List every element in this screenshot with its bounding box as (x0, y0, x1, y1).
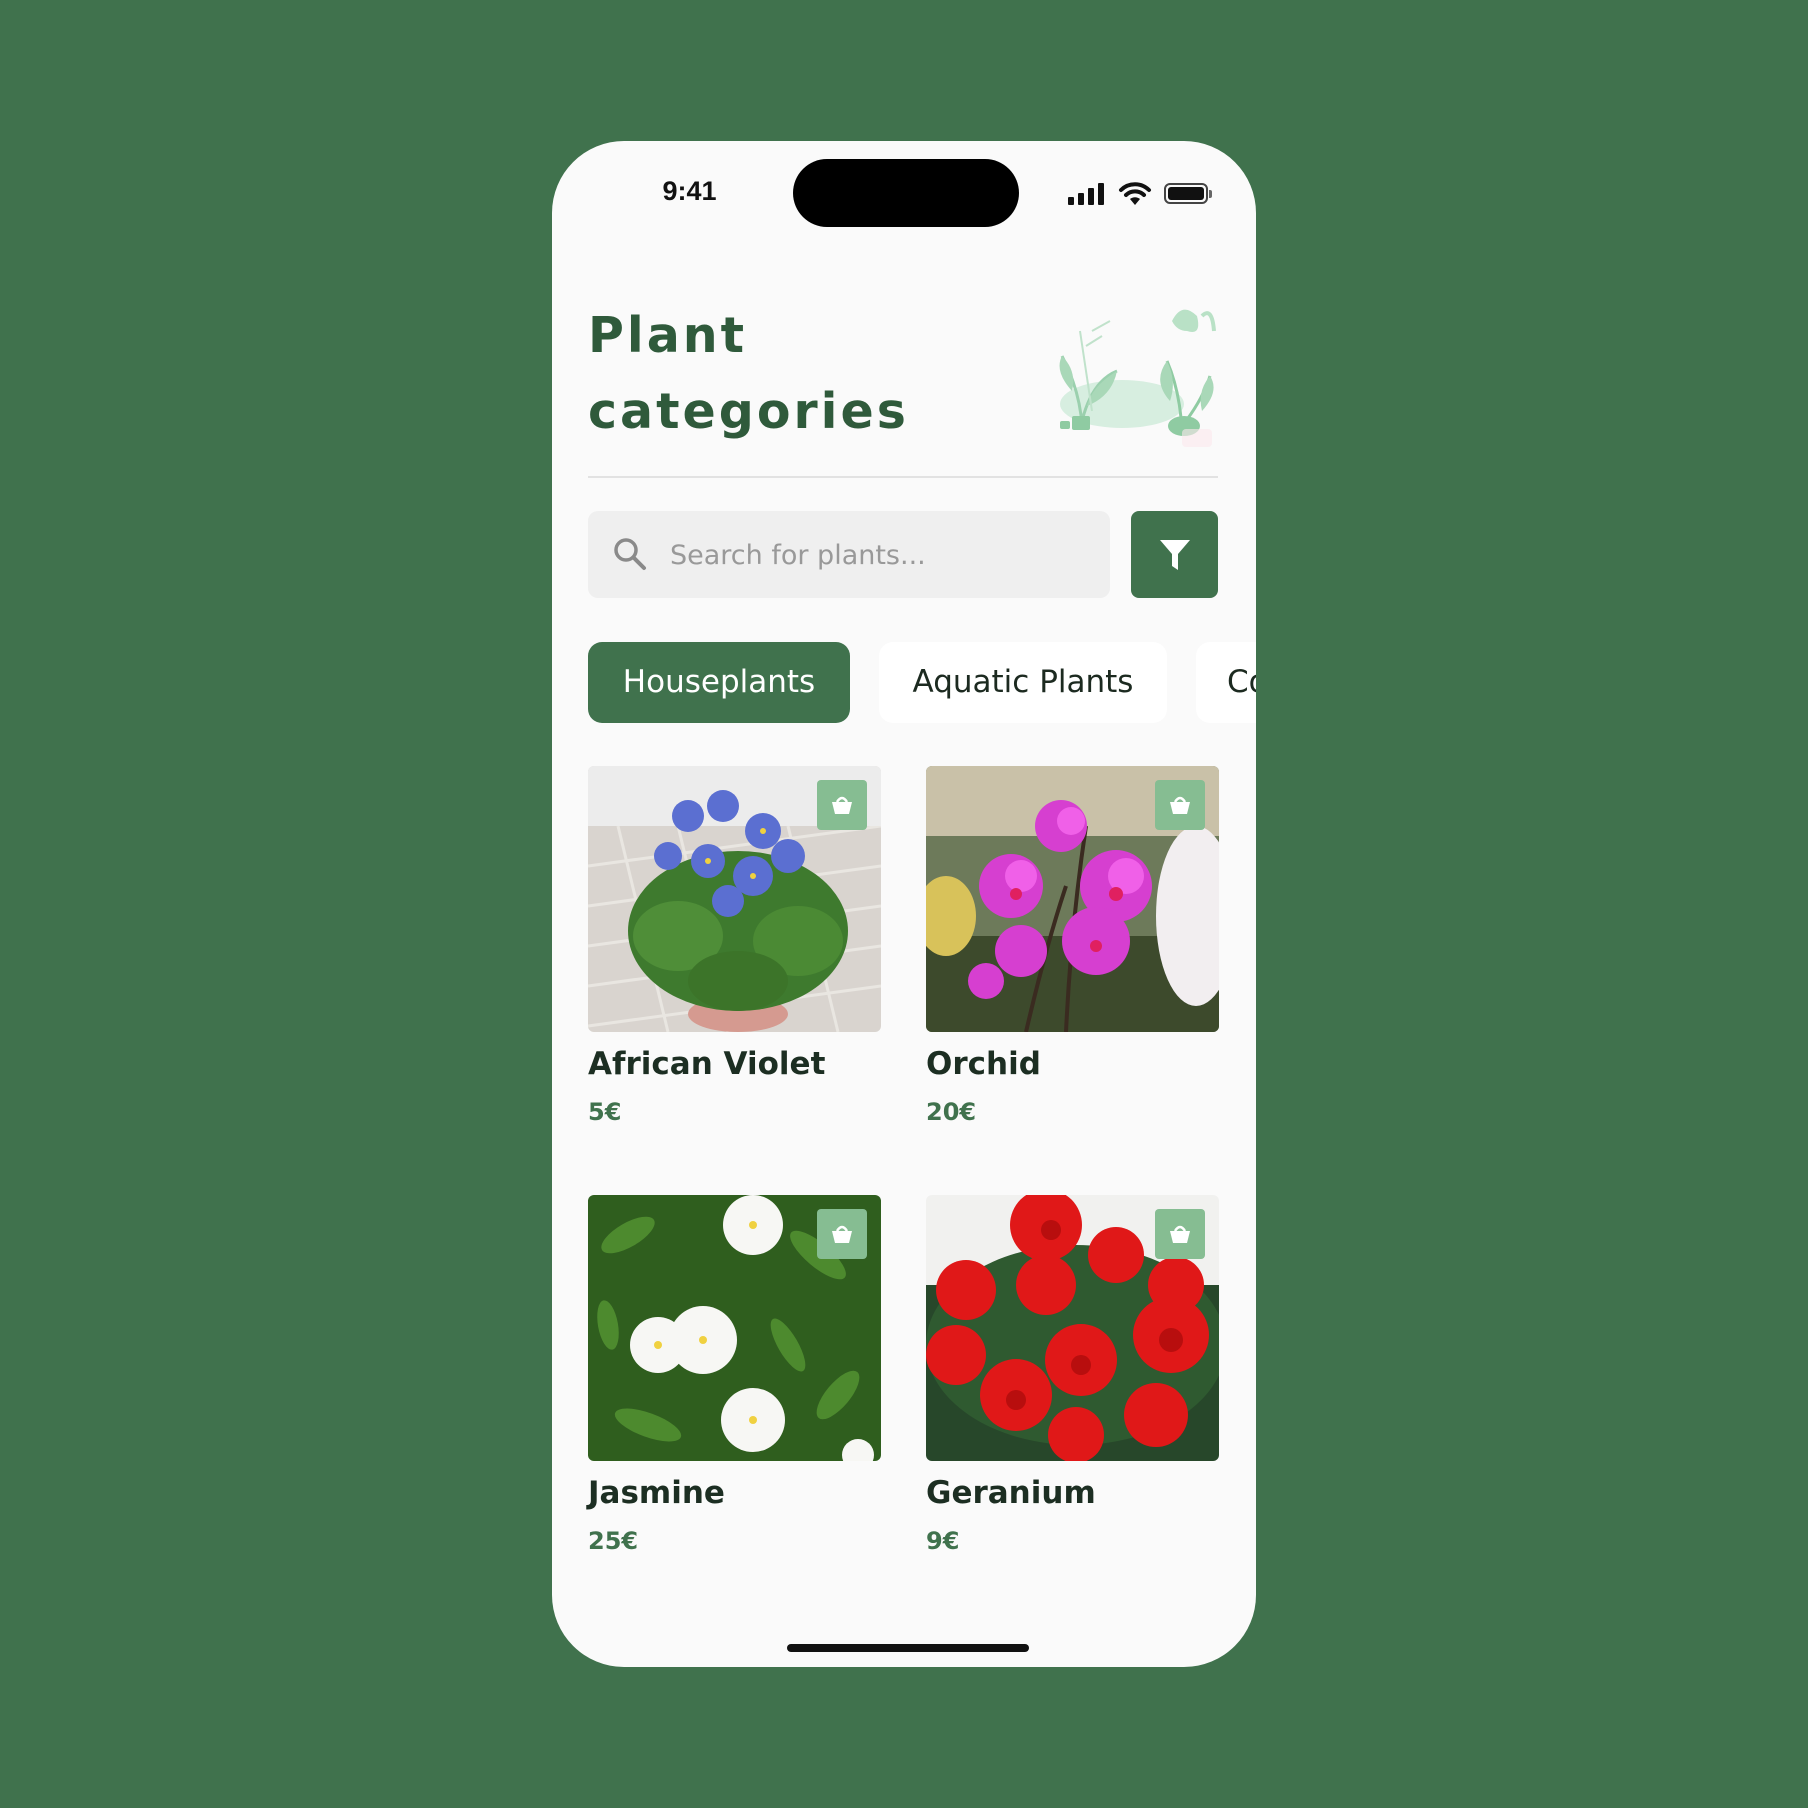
wifi-icon (1119, 182, 1151, 205)
add-to-basket-button[interactable] (817, 1209, 867, 1259)
battery-icon (1164, 183, 1212, 204)
category-tab-houseplants[interactable]: Houseplants (588, 642, 850, 723)
add-to-basket-button[interactable] (817, 780, 867, 830)
filter-icon (1160, 540, 1190, 570)
product-card[interactable]: Geranium 9€ (926, 1195, 1219, 1555)
plant-illustration-icon (1059, 309, 1216, 447)
product-card[interactable]: African Violet 5€ (588, 766, 881, 1126)
product-name: Orchid (926, 1046, 1041, 1082)
product-name: Geranium (926, 1475, 1096, 1511)
product-price: 25€ (588, 1527, 639, 1555)
phone-screen: 9:41 Plant categories Search for plants.… (552, 141, 1256, 1667)
product-card[interactable]: Orchid 20€ (926, 766, 1219, 1126)
product-card[interactable]: Jasmine 25€ (588, 1195, 881, 1555)
product-image-geranium (926, 1195, 1219, 1461)
search-icon (614, 538, 646, 570)
basket-icon (1170, 1225, 1190, 1243)
category-tab-partial[interactable]: Co (1196, 642, 1256, 723)
home-indicator[interactable] (787, 1644, 1029, 1652)
add-to-basket-button[interactable] (1155, 780, 1205, 830)
product-price: 20€ (926, 1098, 977, 1126)
basket-icon (832, 1225, 852, 1243)
header-divider (588, 476, 1218, 478)
product-name: African Violet (588, 1046, 826, 1082)
product-price: 5€ (588, 1098, 622, 1126)
status-time: 9:41 (662, 176, 717, 206)
product-image-african-violet (588, 766, 881, 1032)
product-price: 9€ (926, 1527, 960, 1555)
search-input[interactable] (668, 511, 1092, 600)
filter-button[interactable] (1131, 511, 1218, 598)
page-title: Plant categories (588, 307, 909, 440)
search-bar[interactable] (588, 511, 1110, 600)
add-to-basket-button[interactable] (1155, 1209, 1205, 1259)
dynamic-island (793, 159, 1019, 227)
product-image-jasmine (588, 1195, 881, 1461)
basket-icon (1170, 796, 1190, 814)
basket-icon (832, 796, 852, 814)
category-tab-aquatic-plants[interactable]: Aquatic Plants (879, 642, 1167, 723)
product-image-orchid (926, 766, 1219, 1032)
cellular-signal-icon (1068, 181, 1106, 207)
product-name: Jasmine (588, 1475, 725, 1511)
